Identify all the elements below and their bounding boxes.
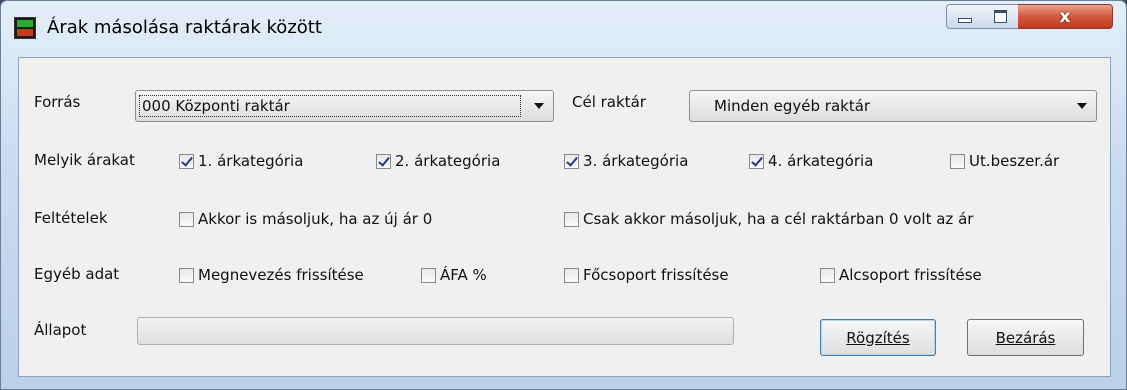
checkbox-label: Csak akkor másoljuk, ha a cél raktárban … <box>583 210 974 228</box>
checkbox-label: ÁFA % <box>440 266 487 284</box>
checkbox-label: 2. árkategória <box>395 152 501 170</box>
source-select[interactable]: 000 Központi raktár <box>135 90 554 122</box>
window-title: Árak másolása raktárak között <box>47 17 322 38</box>
maximize-icon <box>993 10 1007 23</box>
checkbox-box <box>820 267 835 283</box>
maximize-button[interactable] <box>982 4 1019 29</box>
checkbox-label: 4. árkategória <box>768 152 874 170</box>
checkbox-box <box>564 267 579 283</box>
price-category-3-checkbox[interactable]: 3. árkategória <box>564 152 688 170</box>
price-category-1-checkbox[interactable]: 1. árkategória <box>179 152 303 170</box>
dialog-window: Árak másolása raktárak között x Forrás 0… <box>0 0 1127 390</box>
update-name-checkbox[interactable]: Megnevezés frissítése <box>179 266 364 284</box>
checkbox-box <box>950 153 965 169</box>
checkbox-label: Főcsoport frissítése <box>583 266 729 284</box>
checkbox-box <box>179 153 194 169</box>
copy-if-zero-checkbox[interactable]: Akkor is másoljuk, ha az új ár 0 <box>179 210 432 228</box>
update-subgroup-checkbox[interactable]: Alcsoport frissítése <box>820 266 982 284</box>
close-button[interactable]: Bezárás <box>967 319 1084 356</box>
checkbox-box <box>179 211 194 227</box>
checkbox-box <box>376 153 391 169</box>
minimize-button[interactable] <box>946 4 983 29</box>
checkbox-label: 3. árkategória <box>583 152 689 170</box>
target-label: Cél raktár <box>572 93 646 111</box>
chevron-down-icon <box>534 103 544 109</box>
target-select[interactable]: Minden egyéb raktár <box>689 90 1097 122</box>
checkbox-label: 1. árkategória <box>198 152 304 170</box>
title-bar[interactable]: Árak másolása raktárak között x <box>1 1 1126 53</box>
last-purchase-price-checkbox[interactable]: Ut.beszer.ár <box>950 152 1059 170</box>
dialog-content: Forrás 000 Központi raktár Cél raktár Mi… <box>18 57 1111 377</box>
save-button[interactable]: Rögzítés <box>820 319 936 356</box>
checkbox-box <box>564 211 579 227</box>
price-category-4-checkbox[interactable]: 4. árkategória <box>749 152 873 170</box>
app-icon <box>14 17 36 39</box>
vat-percent-checkbox[interactable]: ÁFA % <box>421 266 487 284</box>
checkbox-label: Alcsoport frissítése <box>839 266 982 284</box>
checkbox-label: Akkor is másoljuk, ha az új ár 0 <box>198 210 433 228</box>
checkbox-box <box>564 153 579 169</box>
update-main-group-checkbox[interactable]: Főcsoport frissítése <box>564 266 729 284</box>
checkbox-label: Ut.beszer.ár <box>969 152 1060 170</box>
progress-bar <box>137 317 734 345</box>
prices-label: Melyik árakat <box>34 151 135 169</box>
minimize-icon <box>957 18 972 23</box>
checkbox-label: Megnevezés frissítése <box>198 266 364 284</box>
checkbox-box <box>179 267 194 283</box>
price-category-2-checkbox[interactable]: 2. árkategória <box>376 152 500 170</box>
target-select-value: Minden egyéb raktár <box>714 97 871 115</box>
source-label: Forrás <box>34 93 81 111</box>
conditions-label: Feltételek <box>34 209 108 227</box>
copy-only-if-target-zero-checkbox[interactable]: Csak akkor másoljuk, ha a cél raktárban … <box>564 210 973 228</box>
status-label: Állapot <box>34 321 87 339</box>
checkbox-box <box>421 267 436 283</box>
close-icon: x <box>1059 6 1071 27</box>
source-select-value: 000 Központi raktár <box>142 97 290 115</box>
chevron-down-icon <box>1077 103 1087 109</box>
other-label: Egyéb adat <box>34 265 120 283</box>
close-window-button[interactable]: x <box>1018 4 1113 29</box>
checkbox-box <box>749 153 764 169</box>
